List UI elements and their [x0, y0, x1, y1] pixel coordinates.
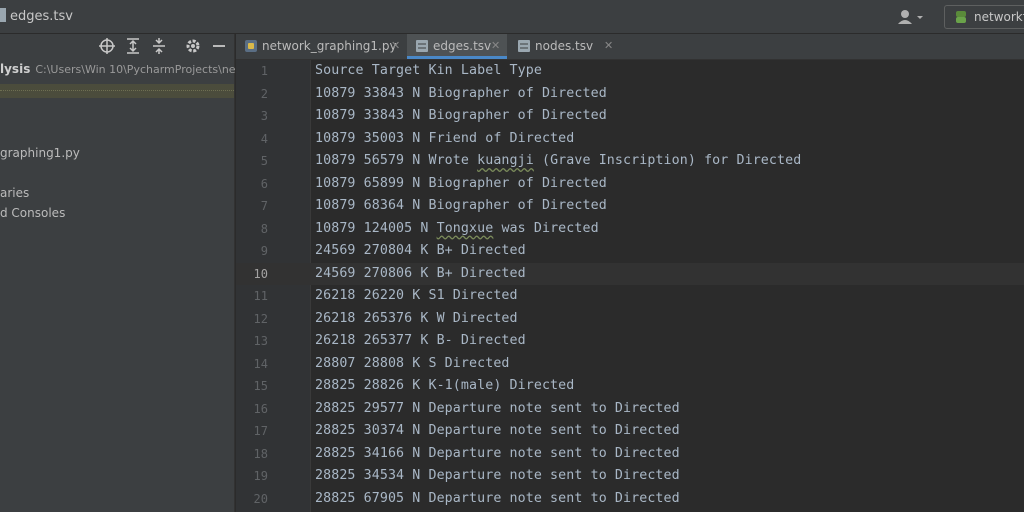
tab-edges-tsv[interactable]: edges.tsv ✕ — [407, 34, 507, 59]
line-number: 14 — [253, 356, 268, 371]
title-bar: edges.tsv networkfu — [0, 0, 1024, 34]
tree-item-external-libraries[interactable]: aries — [0, 186, 29, 206]
python-file-icon — [245, 40, 257, 52]
code-editor[interactable] — [311, 60, 1024, 512]
expand-all-icon[interactable] — [124, 37, 142, 55]
code-line[interactable]: 28825 34534 N Departure note sent to Dir… — [315, 468, 680, 483]
project-name: lysis — [0, 62, 31, 76]
close-icon[interactable]: ✕ — [391, 39, 400, 52]
code-line[interactable]: 28825 67905 N Departure note sent to Dir… — [315, 491, 680, 506]
code-line[interactable]: 26218 265376 K W Directed — [315, 311, 518, 326]
tab-network-graphing1[interactable]: network_graphing1.py ✕ — [236, 34, 406, 59]
close-icon[interactable]: ✕ — [491, 39, 500, 52]
gear-icon[interactable] — [184, 37, 202, 55]
project-panel: lysis C:\Users\Win 10\PycharmProjects\ne … — [0, 34, 236, 512]
tsv-file-icon — [416, 40, 428, 52]
tree-item-python-file[interactable]: graphing1.py — [0, 146, 80, 166]
code-line[interactable]: 28825 30374 N Departure note sent to Dir… — [315, 423, 680, 438]
python-icon — [956, 11, 966, 23]
selected-row-highlight — [0, 84, 234, 98]
line-number: 13 — [253, 334, 268, 348]
code-line[interactable]: 24569 270804 K B+ Directed — [315, 243, 526, 258]
project-root-row[interactable]: lysis C:\Users\Win 10\PycharmProjects\ne — [0, 62, 236, 82]
line-number: 2 — [260, 86, 268, 101]
line-number-gutter — [236, 60, 310, 512]
line-number: 10 — [253, 266, 268, 281]
line-number: 4 — [260, 131, 268, 146]
locate-target-icon[interactable] — [98, 37, 116, 55]
code-line[interactable]: 10879 65899 N Biographer of Directed — [315, 176, 607, 191]
line-number: 20 — [253, 491, 268, 506]
code-line[interactable]: 10879 33843 N Biographer of Directed — [315, 108, 607, 123]
code-line[interactable]: 28825 28826 K K-1(male) Directed — [315, 378, 574, 393]
code-line[interactable]: 28807 28808 K S Directed — [315, 356, 510, 371]
tab-label: nodes.tsv — [535, 39, 594, 53]
line-number: 15 — [253, 379, 268, 393]
chevron-down-icon — [917, 16, 923, 19]
line-number: 1 — [260, 64, 268, 78]
tree-item-label: aries — [0, 186, 30, 200]
line-number: 16 — [253, 401, 268, 416]
tsv-file-icon — [518, 40, 530, 52]
line-number: 6 — [260, 176, 268, 191]
code-line[interactable]: 10879 35003 N Friend of Directed — [315, 131, 574, 146]
line-number: 17 — [253, 424, 268, 438]
spelling-warning-word[interactable]: Tongxue — [437, 221, 494, 236]
user-account-button[interactable] — [896, 8, 926, 26]
tree-item-scratches-consoles[interactable]: d Consoles — [0, 206, 65, 226]
line-number: 19 — [253, 469, 268, 483]
tab-label: network_graphing1.py — [262, 39, 397, 53]
code-line[interactable]: 10879 33843 N Biographer of Directed — [315, 86, 607, 101]
line-number: 11 — [253, 289, 268, 303]
line-number: 5 — [260, 154, 268, 168]
project-toolbar — [0, 34, 234, 58]
run-configuration-selector[interactable]: networkfu — [944, 5, 1024, 29]
line-number: 12 — [253, 311, 268, 326]
line-number: 8 — [260, 221, 268, 236]
code-line[interactable]: 28825 34166 N Departure note sent to Dir… — [315, 446, 680, 461]
window-title-text: edges.tsv — [10, 9, 73, 24]
window-title: edges.tsv — [0, 8, 73, 24]
code-line[interactable]: 26218 26220 K S1 Directed — [315, 288, 518, 303]
code-line[interactable]: 26218 265377 K B- Directed — [315, 333, 526, 348]
editor-tab-bar: network_graphing1.py ✕ edges.tsv ✕ nodes… — [236, 34, 1024, 60]
code-line[interactable]: 24569 270806 K B+ Directed — [315, 266, 526, 281]
code-line[interactable]: 10879 56579 N Wrote kuangji (Grave Inscr… — [315, 153, 801, 168]
code-line[interactable]: 10879 124005 N Tongxue was Directed — [315, 221, 599, 236]
collapse-all-icon[interactable] — [150, 37, 168, 55]
run-config-label: networkfu — [974, 10, 1024, 24]
file-icon — [0, 8, 6, 22]
close-icon[interactable]: ✕ — [604, 39, 613, 52]
spelling-warning-word[interactable]: kuangji — [477, 153, 534, 168]
line-number: 3 — [260, 109, 268, 123]
user-icon — [898, 10, 923, 24]
tree-item-label: graphing1.py — [0, 146, 80, 160]
project-path: C:\Users\Win 10\PycharmProjects\ne — [35, 63, 236, 76]
code-line[interactable]: Source Target Kin Label Type — [315, 63, 542, 78]
line-number: 7 — [260, 199, 268, 213]
tree-item-label: d Consoles — [0, 206, 66, 220]
line-number: 18 — [253, 446, 268, 461]
tab-label: edges.tsv — [433, 39, 492, 53]
tab-nodes-tsv[interactable]: nodes.tsv ✕ — [509, 34, 619, 59]
code-line[interactable]: 10879 68364 N Biographer of Directed — [315, 198, 607, 213]
code-line[interactable]: 28825 29577 N Departure note sent to Dir… — [315, 401, 680, 416]
line-number: 9 — [260, 244, 268, 258]
minimize-icon[interactable] — [210, 37, 228, 55]
